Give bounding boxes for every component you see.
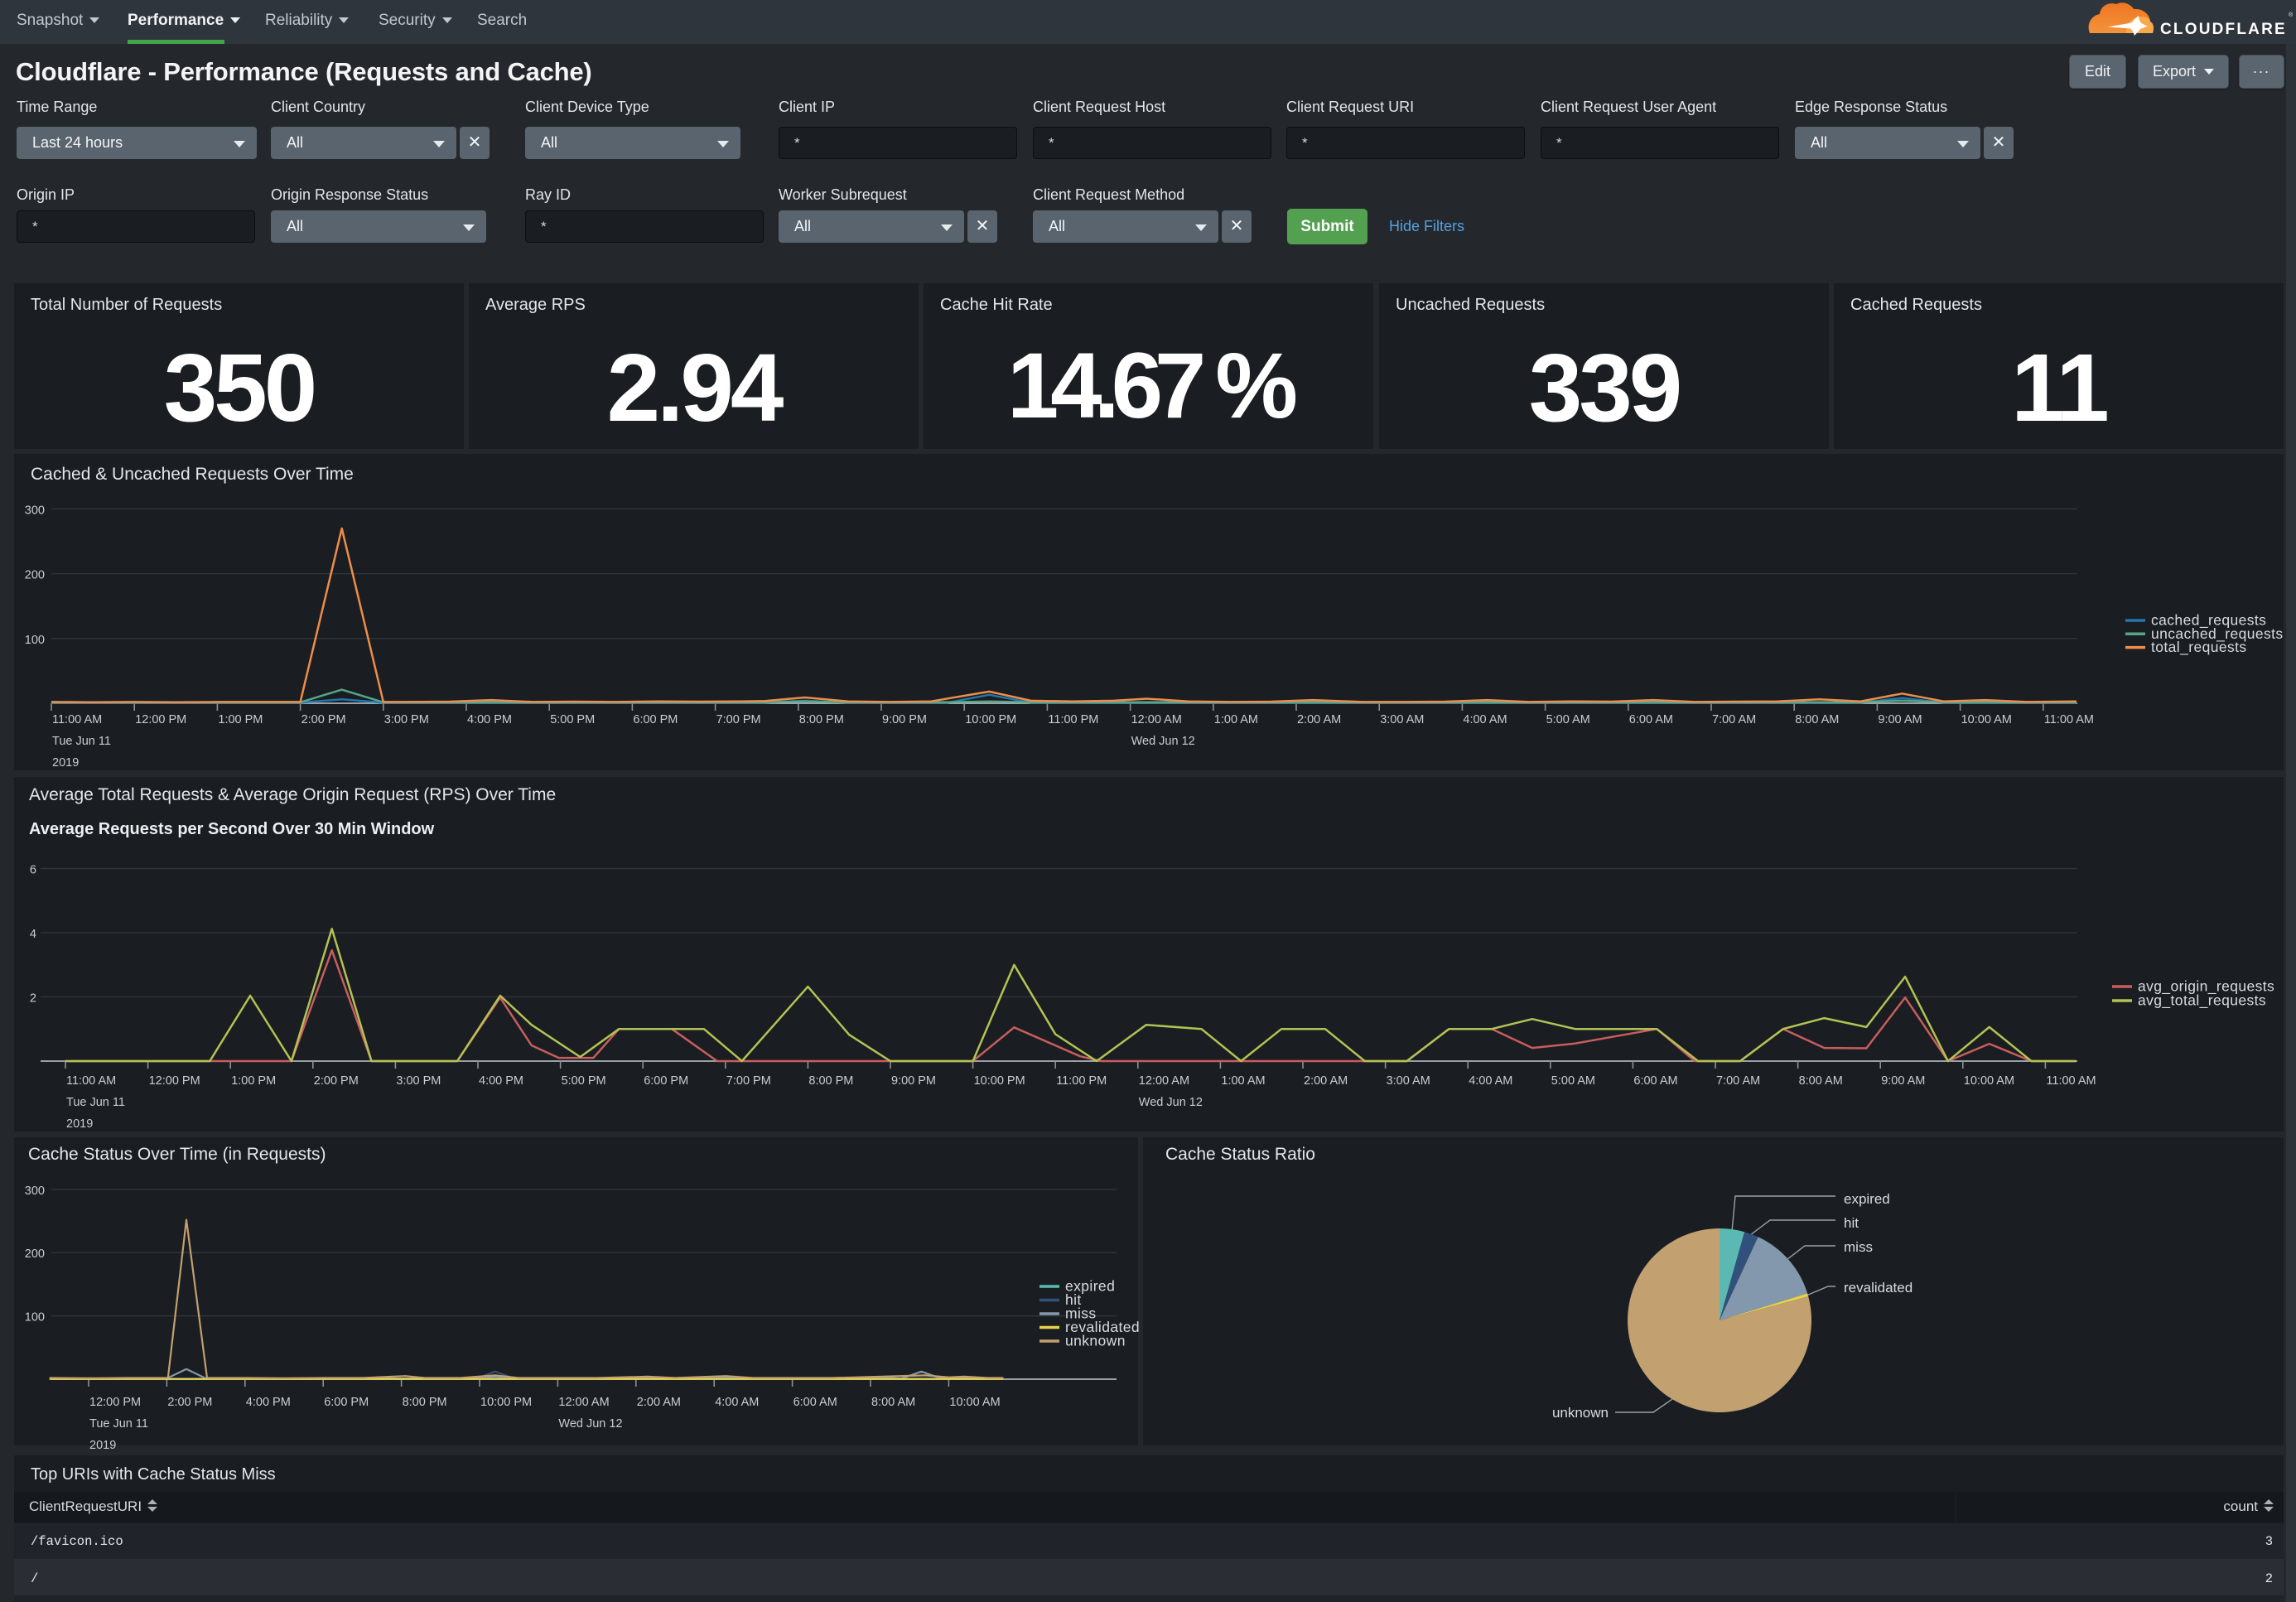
svg-text:CLOUDFLARE: CLOUDFLARE <box>2160 21 2287 38</box>
svg-text:®: ® <box>2289 12 2294 18</box>
